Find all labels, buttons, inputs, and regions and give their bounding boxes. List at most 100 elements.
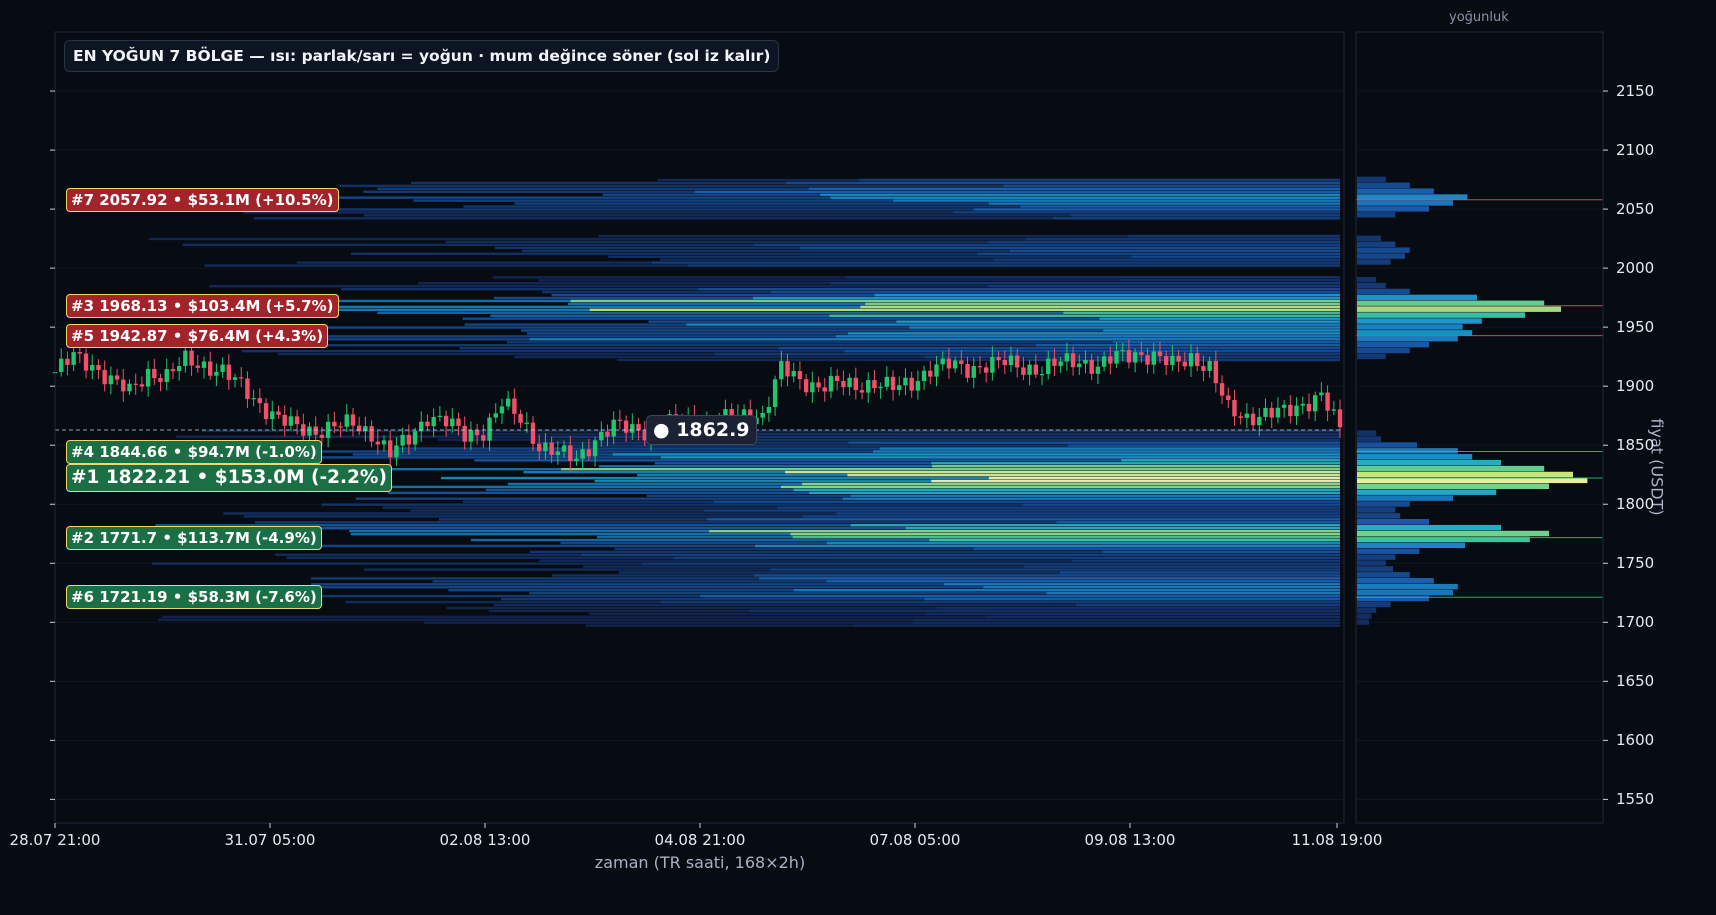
candle-body	[388, 440, 393, 458]
zone-label-4: #4 1844.66 • $94.7M (-1.0%)	[66, 439, 322, 464]
candle-body	[294, 416, 300, 425]
profile-bar	[1357, 448, 1458, 454]
candle-body	[425, 421, 430, 427]
heat-band-hot	[1053, 217, 1340, 220]
heat-band-hot	[785, 470, 1340, 474]
candle-body	[1014, 355, 1020, 368]
candle-body	[617, 419, 623, 421]
profile-bar	[1357, 501, 1410, 507]
y-tick-label: 1750	[1616, 554, 1655, 573]
heat-band-hot	[778, 346, 1340, 350]
candle-body	[139, 384, 145, 387]
heat-band-hot	[1131, 255, 1340, 258]
profile-bar	[1357, 442, 1417, 448]
profile-bar	[1357, 206, 1429, 212]
candle-body	[847, 377, 852, 388]
candle-body	[636, 424, 641, 431]
profile-bar	[1357, 288, 1410, 295]
candle-body	[1163, 355, 1169, 366]
x-tick-label: 07.08 05:00	[869, 831, 961, 849]
profile-bar	[1357, 235, 1381, 242]
candle-body	[406, 434, 412, 445]
candle-body	[201, 361, 207, 368]
candle-body	[170, 369, 176, 372]
candle-body	[152, 368, 157, 379]
x-tick-label: 11.08 19:00	[1291, 831, 1383, 849]
heat-band-hot	[776, 506, 1340, 509]
candle-body	[121, 379, 126, 392]
candle-body	[1089, 359, 1094, 374]
candle-body	[803, 379, 809, 393]
candle-body	[214, 371, 219, 376]
candle-body	[952, 360, 958, 369]
profile-bar	[1357, 518, 1429, 525]
candle-body	[220, 364, 225, 372]
candle-body	[971, 366, 976, 378]
profile-bar	[1357, 619, 1369, 625]
heat-band-hot	[985, 615, 1340, 618]
candle-body	[183, 350, 188, 367]
heat-band-hot	[879, 447, 1340, 450]
candle-body	[1182, 361, 1188, 367]
candle-body	[226, 364, 232, 380]
candle-body	[959, 360, 964, 364]
candle-body	[313, 426, 318, 435]
heat-band-hot	[936, 606, 1340, 610]
heat-band-hot	[748, 609, 1340, 613]
candle-body	[841, 381, 846, 388]
candle-body	[394, 445, 399, 458]
candle-body	[766, 406, 772, 413]
candle-body	[443, 415, 449, 427]
candle-body	[1288, 404, 1293, 417]
candle-body	[1027, 364, 1032, 375]
candle-body	[245, 378, 250, 399]
candle-body	[1157, 351, 1163, 356]
heat-band-hot	[909, 326, 1340, 329]
candle-body	[760, 412, 765, 418]
candle-body	[1033, 364, 1039, 375]
heat-band-hot	[944, 583, 1340, 586]
profile-bar	[1357, 489, 1497, 495]
profile-bar	[1357, 306, 1561, 312]
profile-bar	[1357, 507, 1396, 513]
x-tick-label: 09.08 13:00	[1084, 831, 1176, 849]
candle-body	[909, 377, 914, 391]
candle-body	[1294, 405, 1299, 417]
heat-band-hot	[808, 187, 1340, 191]
candle-body	[779, 361, 784, 380]
heat-band-hot	[925, 355, 1340, 359]
profile-bar	[1357, 454, 1473, 460]
profile-bar	[1357, 318, 1482, 324]
profile-bar	[1357, 182, 1410, 188]
heat-band-hot	[753, 243, 1340, 247]
zone-label-2: #2 1771.7 • $113.7M (-4.9%)	[66, 525, 322, 550]
heat-band-hot	[1046, 591, 1340, 595]
candle-body	[270, 411, 275, 420]
heat-band-hot	[1070, 214, 1340, 217]
heat-band-hot	[754, 574, 1340, 577]
heat-band-hot	[953, 211, 1340, 214]
heat-band-hot	[993, 258, 1340, 261]
profile-bar	[1357, 276, 1377, 283]
candle-body	[505, 398, 511, 407]
candle-body	[288, 416, 294, 426]
candle-body	[1170, 355, 1175, 366]
profile-bar	[1357, 330, 1473, 336]
candle-body	[1058, 361, 1063, 366]
profile-bar	[1357, 578, 1434, 584]
candle-body	[381, 440, 387, 445]
profile-bar	[1357, 294, 1477, 301]
heat-band-hot	[1112, 341, 1340, 344]
candle-body	[592, 440, 598, 457]
candle-body	[338, 426, 343, 428]
heat-band-hot	[759, 577, 1340, 580]
candle-body	[1046, 358, 1051, 375]
candle-body	[549, 442, 554, 455]
heat-band-hot	[700, 594, 1340, 598]
candle-body	[1238, 416, 1243, 418]
candle-body	[232, 377, 238, 380]
candle-body	[189, 350, 194, 366]
zone-label-7: #7 2057.92 • $53.1M (+10.5%)	[66, 187, 339, 212]
heat-band-hot	[830, 196, 1340, 199]
candle-body	[630, 424, 635, 433]
